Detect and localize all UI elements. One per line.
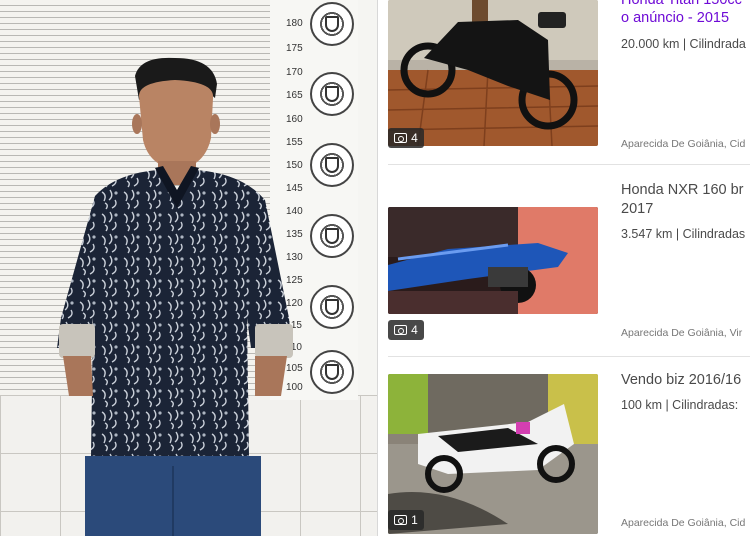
camera-icon — [394, 325, 408, 335]
listing-item[interactable]: 4 Honda Titan 150cc o anúncio - 2015 20.… — [378, 0, 750, 160]
scale-mark: 175 — [286, 43, 303, 54]
person-figure — [57, 57, 293, 536]
divider — [388, 356, 750, 357]
photo-count-badge: 1 — [388, 510, 424, 530]
scale-mark: 180 — [286, 18, 303, 29]
police-seal-icon — [310, 350, 354, 394]
photo-count: 4 — [411, 323, 418, 337]
listings-panel: 4 Honda Titan 150cc o anúncio - 2015 20.… — [377, 0, 750, 536]
police-seal-icon — [310, 285, 354, 329]
police-seal-icon — [310, 72, 354, 116]
camera-icon — [394, 515, 408, 525]
listing-title-line2[interactable]: 2017 — [621, 200, 750, 219]
police-seal-icon — [310, 2, 354, 46]
photo-count-badge: 4 — [388, 320, 424, 340]
mugshot-photo: 180 175 170 165 160 155 150 145 140 135 … — [0, 0, 377, 536]
photo-count-badge: 4 — [388, 128, 424, 148]
listing-location: Aparecida De Goiânia, Cid — [621, 517, 746, 529]
photo-count: 1 — [411, 513, 418, 527]
listing-title-line1[interactable]: Honda NXR 160 br — [621, 181, 750, 200]
listing-item[interactable]: 4 Honda NXR 160 br 2017 3.547 km | Cilin… — [378, 176, 750, 348]
listing-details: 100 km | Cilindradas: — [621, 398, 739, 412]
listing-thumbnail[interactable] — [388, 207, 598, 314]
police-seal-icon — [310, 214, 354, 258]
listing-details: 3.547 km | Cilindradas — [621, 227, 746, 241]
camera-icon — [394, 133, 408, 143]
listing-thumbnail[interactable] — [388, 0, 598, 146]
listing-details: 20.000 km | Cilindrada — [621, 37, 746, 51]
police-seal-icon — [310, 143, 354, 187]
listing-title-line2[interactable]: o anúncio - 2015 — [621, 9, 750, 28]
listing-location: Aparecida De Goiânia, Cid — [621, 138, 746, 150]
listing-title-line1[interactable]: Vendo biz 2016/16 — [621, 371, 750, 390]
listing-item[interactable]: 1 Vendo biz 2016/16 100 km | Cilindradas… — [378, 366, 750, 536]
photo-count: 4 — [411, 131, 418, 145]
divider — [388, 164, 750, 165]
listing-location: Aparecida De Goiânia, Vir — [621, 327, 743, 339]
